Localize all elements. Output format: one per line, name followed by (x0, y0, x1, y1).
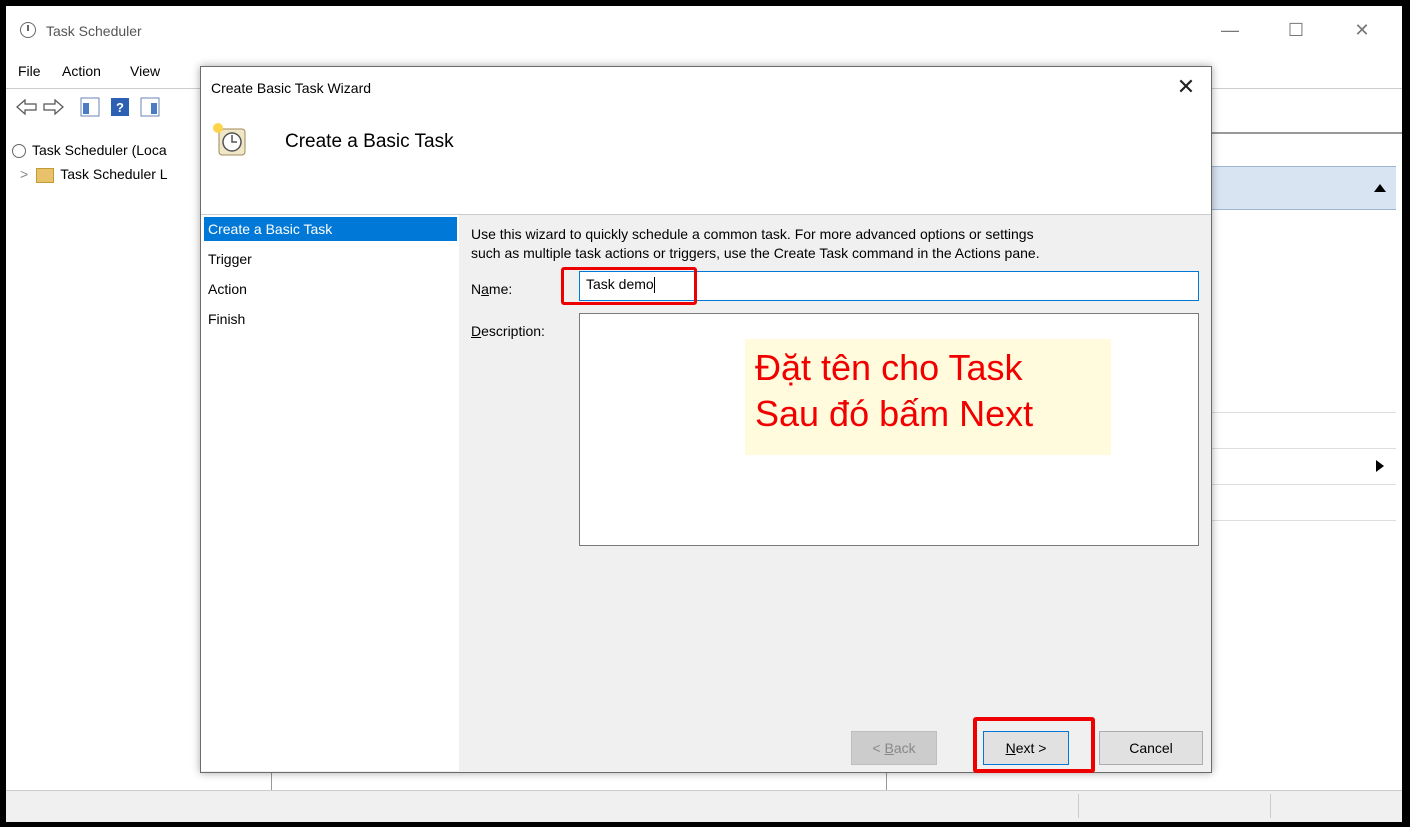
intro-line-2: such as multiple task actions or trigger… (471, 245, 1040, 261)
create-basic-task-dialog: Create Basic Task Wizard ✕ Create a Basi… (200, 66, 1212, 773)
dialog-close-button[interactable]: ✕ (1171, 73, 1201, 101)
name-label: Name: (471, 281, 512, 297)
menu-file[interactable]: File (18, 63, 41, 79)
maximize-button[interactable]: ☐ (1276, 18, 1316, 42)
collapse-up-icon[interactable] (1374, 183, 1386, 193)
help-icon[interactable]: ? (110, 97, 130, 117)
annotation-line-2: Sau đó bấm Next (755, 393, 1034, 434)
tree-item-root[interactable]: Task Scheduler (Loca (12, 142, 167, 159)
divider (1206, 412, 1396, 413)
name-highlight-box (561, 267, 697, 305)
instruction-annotation: Đặt tên cho Task Sau đó bấm Next (745, 339, 1111, 455)
step-create-basic-task[interactable]: Create a Basic Task (204, 217, 457, 241)
step-action[interactable]: Action (204, 277, 457, 301)
annotation-line-1: Đặt tên cho Task (755, 347, 1023, 388)
dialog-title: Create Basic Task Wizard (211, 80, 372, 96)
tree-item-root-label: Task Scheduler (Loca (32, 142, 167, 158)
step-finish[interactable]: Finish (204, 307, 457, 331)
divider (1206, 484, 1396, 485)
status-separator (1078, 794, 1079, 818)
expand-icon[interactable]: > (20, 166, 28, 182)
window-title: Task Scheduler (46, 23, 142, 39)
back-arrow-icon[interactable] (16, 98, 38, 116)
divider (1206, 520, 1396, 521)
wizard-steps: Create a Basic Task Trigger Action Finis… (201, 215, 459, 771)
minimize-button[interactable]: — (1210, 18, 1250, 42)
name-label-text: me: (488, 281, 513, 297)
show-hide-action-pane-icon[interactable] (140, 97, 160, 117)
menu-action[interactable]: Action (62, 63, 101, 79)
name-label-text: N (471, 281, 482, 297)
menu-view[interactable]: View (130, 63, 160, 79)
description-label: Description: (471, 323, 545, 339)
back-button[interactable]: < Back (851, 731, 937, 765)
dialog-title-bar: Create Basic Task Wizard ✕ (201, 67, 1211, 107)
center-scroll-area (276, 770, 886, 791)
clock-icon (20, 22, 36, 38)
intro-line-1: Use this wizard to quickly schedule a co… (471, 226, 1034, 242)
tree-item-library-label: Task Scheduler L (60, 166, 168, 182)
title-bar: Task Scheduler — ☐ ✕ (6, 6, 1402, 56)
name-label-accel: a (481, 281, 489, 297)
tree-item-library[interactable]: > Task Scheduler L (20, 166, 168, 183)
status-bar (6, 790, 1402, 822)
svg-text:?: ? (116, 100, 124, 115)
submenu-arrow-icon[interactable] (1376, 460, 1384, 472)
description-label-accel: D (471, 323, 482, 339)
actions-section-header[interactable] (1206, 166, 1396, 210)
forward-arrow-icon[interactable] (42, 98, 64, 116)
show-hide-tree-icon[interactable] (80, 97, 100, 117)
back-button-text: ack (893, 740, 916, 756)
task-wizard-clock-icon (213, 123, 246, 156)
close-button[interactable]: ✕ (1342, 18, 1382, 42)
folder-clock-icon (36, 167, 55, 183)
status-separator (1270, 794, 1271, 818)
next-highlight-box (973, 717, 1095, 773)
step-trigger[interactable]: Trigger (204, 247, 457, 271)
wizard-intro-text: Use this wizard to quickly schedule a co… (471, 225, 1201, 263)
back-button-accel: B (884, 740, 894, 756)
wizard-header-title: Create a Basic Task (285, 131, 454, 152)
clock-icon (12, 144, 26, 159)
divider (1206, 448, 1396, 449)
cancel-button[interactable]: Cancel (1099, 731, 1203, 765)
description-label-text: escription: (481, 323, 545, 339)
back-button-text: < (872, 740, 885, 756)
dialog-header (201, 107, 1211, 215)
